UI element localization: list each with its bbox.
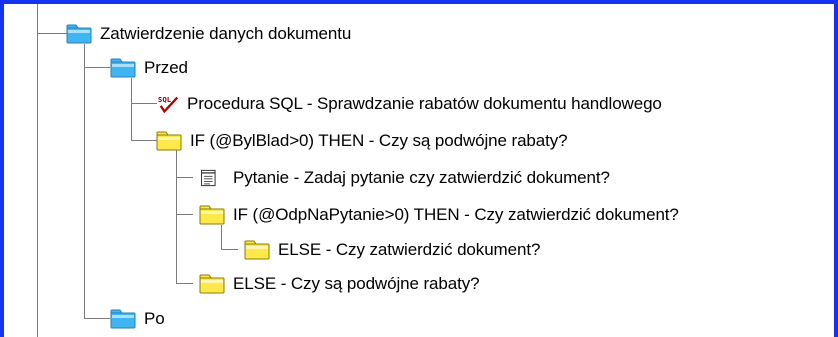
tree-connector: [176, 177, 193, 178]
folder-blue-icon: [110, 58, 136, 78]
question-dialog-icon: [201, 169, 216, 187]
tree-node-if-odpnapytanie[interactable]: IF (@OdpNaPytanie>0) THEN - Czy zatwierd…: [199, 202, 679, 228]
sql-procedure-icon: SQL: [158, 95, 179, 114]
tree-connector: [84, 318, 110, 319]
tree-node-label: Po: [144, 309, 165, 328]
tree-connector: [84, 44, 85, 319]
folder-yellow-icon: [199, 205, 225, 225]
tree-node-label: Przed: [144, 58, 188, 77]
folder-yellow-icon: [199, 274, 225, 294]
tree-connector: [131, 103, 157, 104]
tree-node-label: ELSE - Czy są podwójne rabaty?: [233, 274, 480, 293]
tree-node-label: IF (@OdpNaPytanie>0) THEN - Czy zatwierd…: [233, 205, 679, 224]
tree-panel-frame: Zatwierdzenie danych dokumentu Przed SQL…: [0, 0, 838, 337]
tree-connector: [221, 225, 222, 249]
tree-connector: [37, 33, 67, 34]
tree-connector: [221, 249, 238, 250]
tree-connector: [176, 150, 177, 284]
tree-node-label: ELSE - Czy zatwierdzić dokument?: [278, 240, 541, 259]
tree-connector: [84, 67, 110, 68]
tree-node-label: Procedura SQL - Sprawdzanie rabatów doku…: [187, 94, 662, 113]
folder-yellow-icon: [244, 240, 270, 260]
folder-blue-icon: [110, 309, 136, 329]
tree-node-label: Pytanie - Zadaj pytanie czy zatwierdzić …: [233, 168, 610, 187]
tree-node-po[interactable]: Po: [110, 306, 165, 332]
tree-node-przed[interactable]: Przed: [110, 55, 188, 81]
tree-connector: [131, 140, 157, 141]
tree-connector: [131, 78, 132, 141]
tree-node-if-bylblad[interactable]: IF (@BylBlad>0) THEN - Czy są podwójne r…: [156, 128, 568, 154]
tree-node-else-rabaty[interactable]: ELSE - Czy są podwójne rabaty?: [199, 271, 480, 297]
tree-node-pytanie[interactable]: Pytanie - Zadaj pytanie czy zatwierdzić …: [199, 165, 610, 191]
tree-node-else-zatwierdzic[interactable]: ELSE - Czy zatwierdzić dokument?: [244, 237, 540, 263]
tree-node-label: Zatwierdzenie danych dokumentu: [100, 24, 352, 43]
folder-yellow-icon: [156, 131, 182, 151]
tree-node-root[interactable]: Zatwierdzenie danych dokumentu: [66, 21, 351, 47]
tree-node-procedura[interactable]: SQL Procedura SQL - Sprawdzanie rabatów …: [157, 91, 662, 117]
procedure-tree[interactable]: Zatwierdzenie danych dokumentu Przed SQL…: [4, 4, 834, 337]
tree-connector: [37, 4, 38, 337]
tree-connector: [176, 214, 193, 215]
tree-connector: [176, 283, 193, 284]
svg-text:SQL: SQL: [158, 95, 172, 104]
folder-blue-icon: [66, 24, 92, 44]
tree-node-label: IF (@BylBlad>0) THEN - Czy są podwójne r…: [190, 131, 568, 150]
